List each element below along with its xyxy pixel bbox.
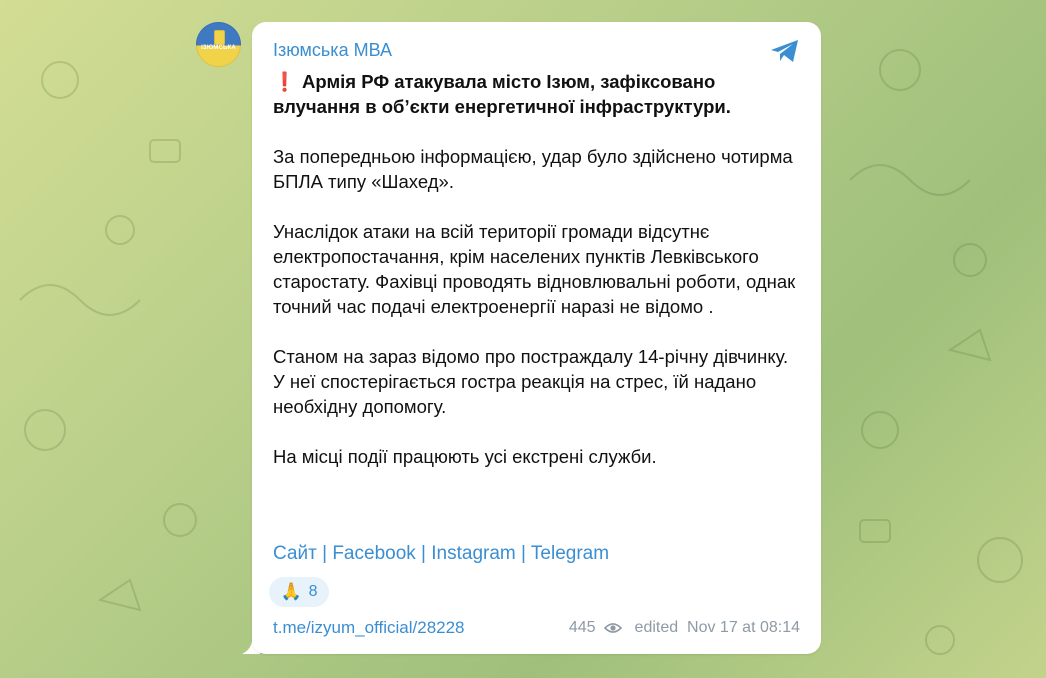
avatar-label: ІЗЮМСЬКА xyxy=(201,45,236,51)
pray-icon: 🙏 xyxy=(280,582,302,601)
channel-avatar[interactable]: ІЗЮМСЬКА xyxy=(196,22,241,67)
post-url[interactable]: t.me/izyum_official/28228 xyxy=(273,618,465,638)
crest-icon xyxy=(214,30,225,45)
post-meta: 445 edited Nov 17 at 08:14 xyxy=(569,619,800,637)
message-card: Ізюмська МВА ❗ Армія РФ атакувала місто І… xyxy=(252,22,821,654)
paragraph-3: Станом на зараз відомо про постраждалу 1… xyxy=(273,346,789,417)
link-site[interactable]: Сайт xyxy=(273,543,317,564)
link-telegram[interactable]: Telegram xyxy=(531,543,609,564)
link-instagram[interactable]: Instagram xyxy=(431,543,515,564)
reaction-count: 8 xyxy=(308,583,318,600)
paragraph-1: За попередньою інформацією, удар було зд… xyxy=(273,146,793,192)
link-separator: | xyxy=(316,543,333,564)
view-count: 445 xyxy=(568,619,596,636)
headline: ❗ Армія РФ атакувала місто Ізюм, зафіксов… xyxy=(273,69,803,119)
paragraph-4: На місці події працюють усі екстрені слу… xyxy=(273,446,657,467)
message-text: ❗ Армія РФ атакувала місто Ізюм, зафіксов… xyxy=(273,69,803,469)
link-separator: | xyxy=(415,543,432,564)
link-separator: | xyxy=(515,543,531,564)
exclamation-icon: ❗ xyxy=(273,71,297,92)
link-facebook[interactable]: Facebook xyxy=(332,543,415,564)
links-row: Сайт | Facebook | Instagram | Telegram xyxy=(273,543,609,565)
telegram-share-icon[interactable] xyxy=(769,38,801,64)
timestamp: edited Nov 17 at 08:14 xyxy=(634,619,800,636)
eye-icon xyxy=(603,623,622,633)
reaction-button[interactable]: 🙏 8 xyxy=(269,577,329,607)
channel-name[interactable]: Ізюмська МВА xyxy=(273,40,392,61)
headline-text: Армія РФ атакувала місто Ізюм, зафіксова… xyxy=(273,71,731,117)
paragraph-2: Унаслідок атаки на всій території громад… xyxy=(273,221,796,317)
